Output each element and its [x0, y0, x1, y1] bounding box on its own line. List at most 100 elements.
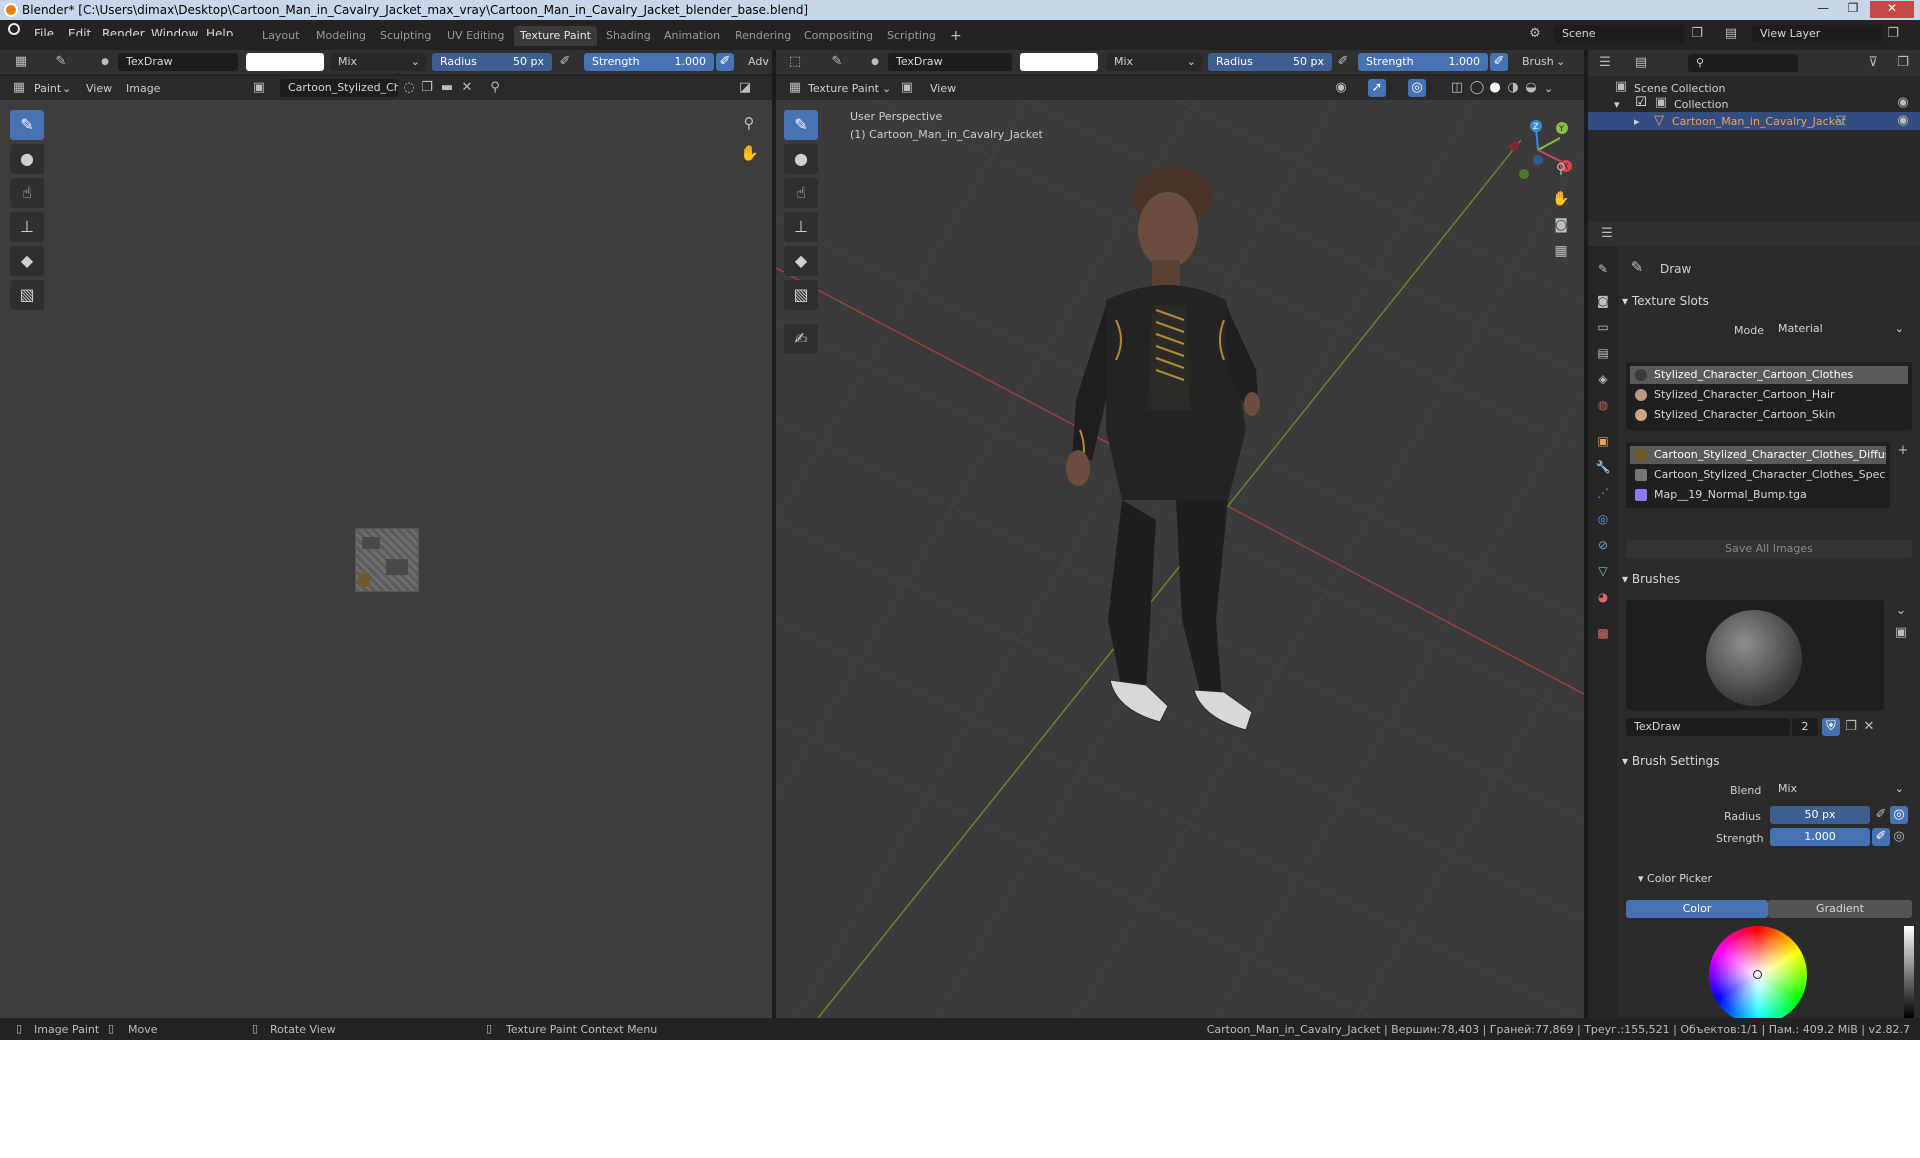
- 3d-viewport[interactable]: ✎ ● ☝ ⊥ ◆ ▧ ✍ User Perspective (1) Carto…: [776, 100, 1584, 1018]
- physics-tab-icon[interactable]: ◎: [1594, 510, 1612, 528]
- menu-view[interactable]: View: [86, 82, 112, 95]
- tool-settings-icon[interactable]: ✎: [1594, 260, 1612, 278]
- pressure-icon[interactable]: ✐: [1872, 806, 1890, 824]
- outliner-object-row[interactable]: ▸ ▽ Cartoon_Man_in_Cavalry_Jacket ▽ ◉: [1588, 112, 1920, 130]
- pan-hand-icon[interactable]: ✋: [1552, 190, 1570, 208]
- object-tab-icon[interactable]: ▣: [1594, 432, 1612, 450]
- tab-scripting[interactable]: Scripting: [881, 26, 942, 46]
- image-browse-icon[interactable]: ▣: [250, 79, 268, 97]
- tab-animation[interactable]: Animation: [658, 26, 726, 46]
- wireframe-shading-icon[interactable]: ◯: [1468, 79, 1486, 97]
- material-tab-icon[interactable]: ◕: [1594, 588, 1612, 606]
- view-layer-selector[interactable]: View Layer: [1752, 25, 1882, 43]
- constraints-tab-icon[interactable]: ⊘: [1594, 536, 1612, 554]
- chevron-down-icon[interactable]: ⌄: [1892, 602, 1910, 620]
- menu-image[interactable]: Image: [126, 82, 160, 95]
- mode-dropdown[interactable]: Texture Paint: [808, 82, 879, 95]
- collection-label[interactable]: Collection: [1674, 98, 1728, 111]
- radius-slider[interactable]: Radius 50 px: [432, 53, 552, 71]
- duplicate-image-icon[interactable]: ❐: [418, 79, 436, 97]
- editor-type-icon[interactable]: ⬚: [786, 53, 804, 71]
- filter-icon[interactable]: ⊽: [1864, 54, 1882, 72]
- brush-preview[interactable]: [1626, 600, 1884, 710]
- image-slot-item[interactable]: Cartoon_Stylized_Character_Clothes_Diffu…: [1630, 446, 1886, 464]
- strength-pressure-icon[interactable]: ✐: [716, 53, 734, 71]
- radius-slider[interactable]: 50 px: [1770, 806, 1870, 824]
- vp-tool-soften-button[interactable]: ●: [784, 144, 818, 174]
- unified-strength-icon[interactable]: ◎: [1890, 828, 1908, 846]
- material-shading-icon[interactable]: ◑: [1504, 79, 1522, 97]
- tab-modeling[interactable]: Modeling: [310, 26, 372, 46]
- strength-slider[interactable]: Strength 1.000: [584, 53, 714, 71]
- vp-tool-fill-button[interactable]: ◆: [784, 246, 818, 276]
- unlink-brush-icon[interactable]: ✕: [1860, 718, 1878, 736]
- world-tab-icon[interactable]: ◍: [1594, 396, 1612, 414]
- image-name-field[interactable]: Cartoon_Stylized_Ch..: [280, 79, 398, 97]
- overlay-toggle-icon[interactable]: ◎: [1408, 79, 1426, 97]
- zoom-icon[interactable]: ⚲: [1552, 160, 1570, 178]
- data-tab-icon[interactable]: ▽: [1594, 562, 1612, 580]
- view-layer-tab-icon[interactable]: ▤: [1594, 344, 1612, 362]
- duplicate-brush-icon[interactable]: ❐: [1842, 718, 1860, 736]
- viewport-brush-color-swatch[interactable]: [1020, 53, 1098, 71]
- display-mode-icon[interactable]: ◪: [736, 79, 754, 97]
- open-folder-icon[interactable]: ▬: [438, 79, 456, 97]
- material-slot-item[interactable]: Stylized_Character_Cartoon_Clothes: [1630, 366, 1908, 384]
- viewport-radius-slider[interactable]: Radius 50 px: [1208, 53, 1332, 71]
- material-slot-item[interactable]: Stylized_Character_Cartoon_Hair: [1630, 386, 1908, 404]
- tab-layout[interactable]: Layout: [256, 26, 305, 46]
- image-slot-item[interactable]: Map__19_Normal_Bump.tga: [1630, 486, 1886, 504]
- visibility-icon[interactable]: ◉: [1332, 79, 1350, 97]
- tool-mask-button[interactable]: ▧: [10, 280, 44, 310]
- properties-editor-icon[interactable]: ☰: [1598, 225, 1616, 243]
- editor-type-icon[interactable]: ▦: [12, 53, 30, 71]
- pressure-icon[interactable]: ✐: [1334, 53, 1352, 71]
- xray-icon[interactable]: ◫: [1448, 79, 1466, 97]
- brushes-panel-header[interactable]: ▾ Brushes: [1622, 568, 1914, 590]
- tab-shading[interactable]: Shading: [600, 26, 657, 46]
- tab-uv-editing[interactable]: UV Editing: [441, 26, 510, 46]
- vp-tool-smear-button[interactable]: ☝: [784, 178, 818, 208]
- tool-soften-button[interactable]: ●: [10, 144, 44, 174]
- unified-radius-icon[interactable]: ◎: [1890, 806, 1908, 824]
- new-scene-icon[interactable]: ❐: [1688, 25, 1706, 43]
- viewport-brush-name-field[interactable]: TexDraw: [888, 53, 1012, 71]
- texture-slots-panel-header[interactable]: ▾ Texture Slots: [1622, 290, 1914, 312]
- brush-browse-icon[interactable]: ▣: [1892, 624, 1910, 642]
- paint-mode-dropdown[interactable]: Paint: [34, 82, 61, 95]
- outliner-editor-icon[interactable]: ☰: [1596, 54, 1614, 72]
- new-view-layer-icon[interactable]: ❐: [1884, 25, 1902, 43]
- save-all-images-button[interactable]: Save All Images: [1626, 540, 1912, 558]
- scene-tab-icon[interactable]: ◈: [1594, 370, 1612, 388]
- vp-tool-mask-button[interactable]: ▧: [784, 280, 818, 310]
- particles-tab-icon[interactable]: ⋰: [1594, 484, 1612, 502]
- tab-rendering[interactable]: Rendering: [729, 26, 797, 46]
- brush-settings-panel-header[interactable]: ▾ Brush Settings: [1622, 750, 1914, 772]
- add-image-icon[interactable]: +: [1894, 442, 1912, 460]
- fake-user-icon[interactable]: ◌: [400, 79, 418, 97]
- color-cursor[interactable]: [1753, 970, 1762, 979]
- solid-shading-icon[interactable]: ●: [1486, 79, 1504, 97]
- texture-tab-icon[interactable]: ▩: [1594, 624, 1612, 642]
- minimize-button[interactable]: —: [1810, 1, 1836, 18]
- camera-icon[interactable]: ◙: [1552, 216, 1570, 234]
- image-editor-area[interactable]: ✎ ● ☝ ⊥ ◆ ▧ ⚲ ✋: [0, 100, 772, 1018]
- color-picker-panel-header[interactable]: ▾ Color Picker: [1638, 868, 1908, 890]
- brush-menu[interactable]: Brush: [1522, 55, 1554, 68]
- slot-mode-dropdown[interactable]: Material ⌄: [1770, 320, 1910, 338]
- blend-dropdown[interactable]: Mix ⌄: [1770, 780, 1910, 798]
- tab-texture-paint[interactable]: Texture Paint: [514, 26, 597, 46]
- vp-tool-annotate-button[interactable]: ✍: [784, 324, 818, 354]
- image-slot-item[interactable]: Cartoon_Stylized_Character_Clothes_Spec.…: [1630, 466, 1886, 484]
- checkbox-icon[interactable]: ☑: [1632, 94, 1650, 112]
- new-collection-icon[interactable]: ❐: [1894, 54, 1912, 72]
- display-mode-icon[interactable]: ▤: [1632, 54, 1650, 72]
- gradient-tab[interactable]: Gradient: [1768, 900, 1912, 918]
- tool-clone-button[interactable]: ⊥: [10, 212, 44, 242]
- render-tab-icon[interactable]: ◙: [1594, 292, 1612, 310]
- pressure-icon[interactable]: ✐: [1872, 828, 1890, 846]
- expand-arrow-icon[interactable]: ▾: [1614, 98, 1620, 111]
- strength-pressure-icon[interactable]: ✐: [1490, 53, 1508, 71]
- strength-slider[interactable]: 1.000: [1770, 828, 1870, 846]
- blender-menu-icon[interactable]: [8, 23, 20, 35]
